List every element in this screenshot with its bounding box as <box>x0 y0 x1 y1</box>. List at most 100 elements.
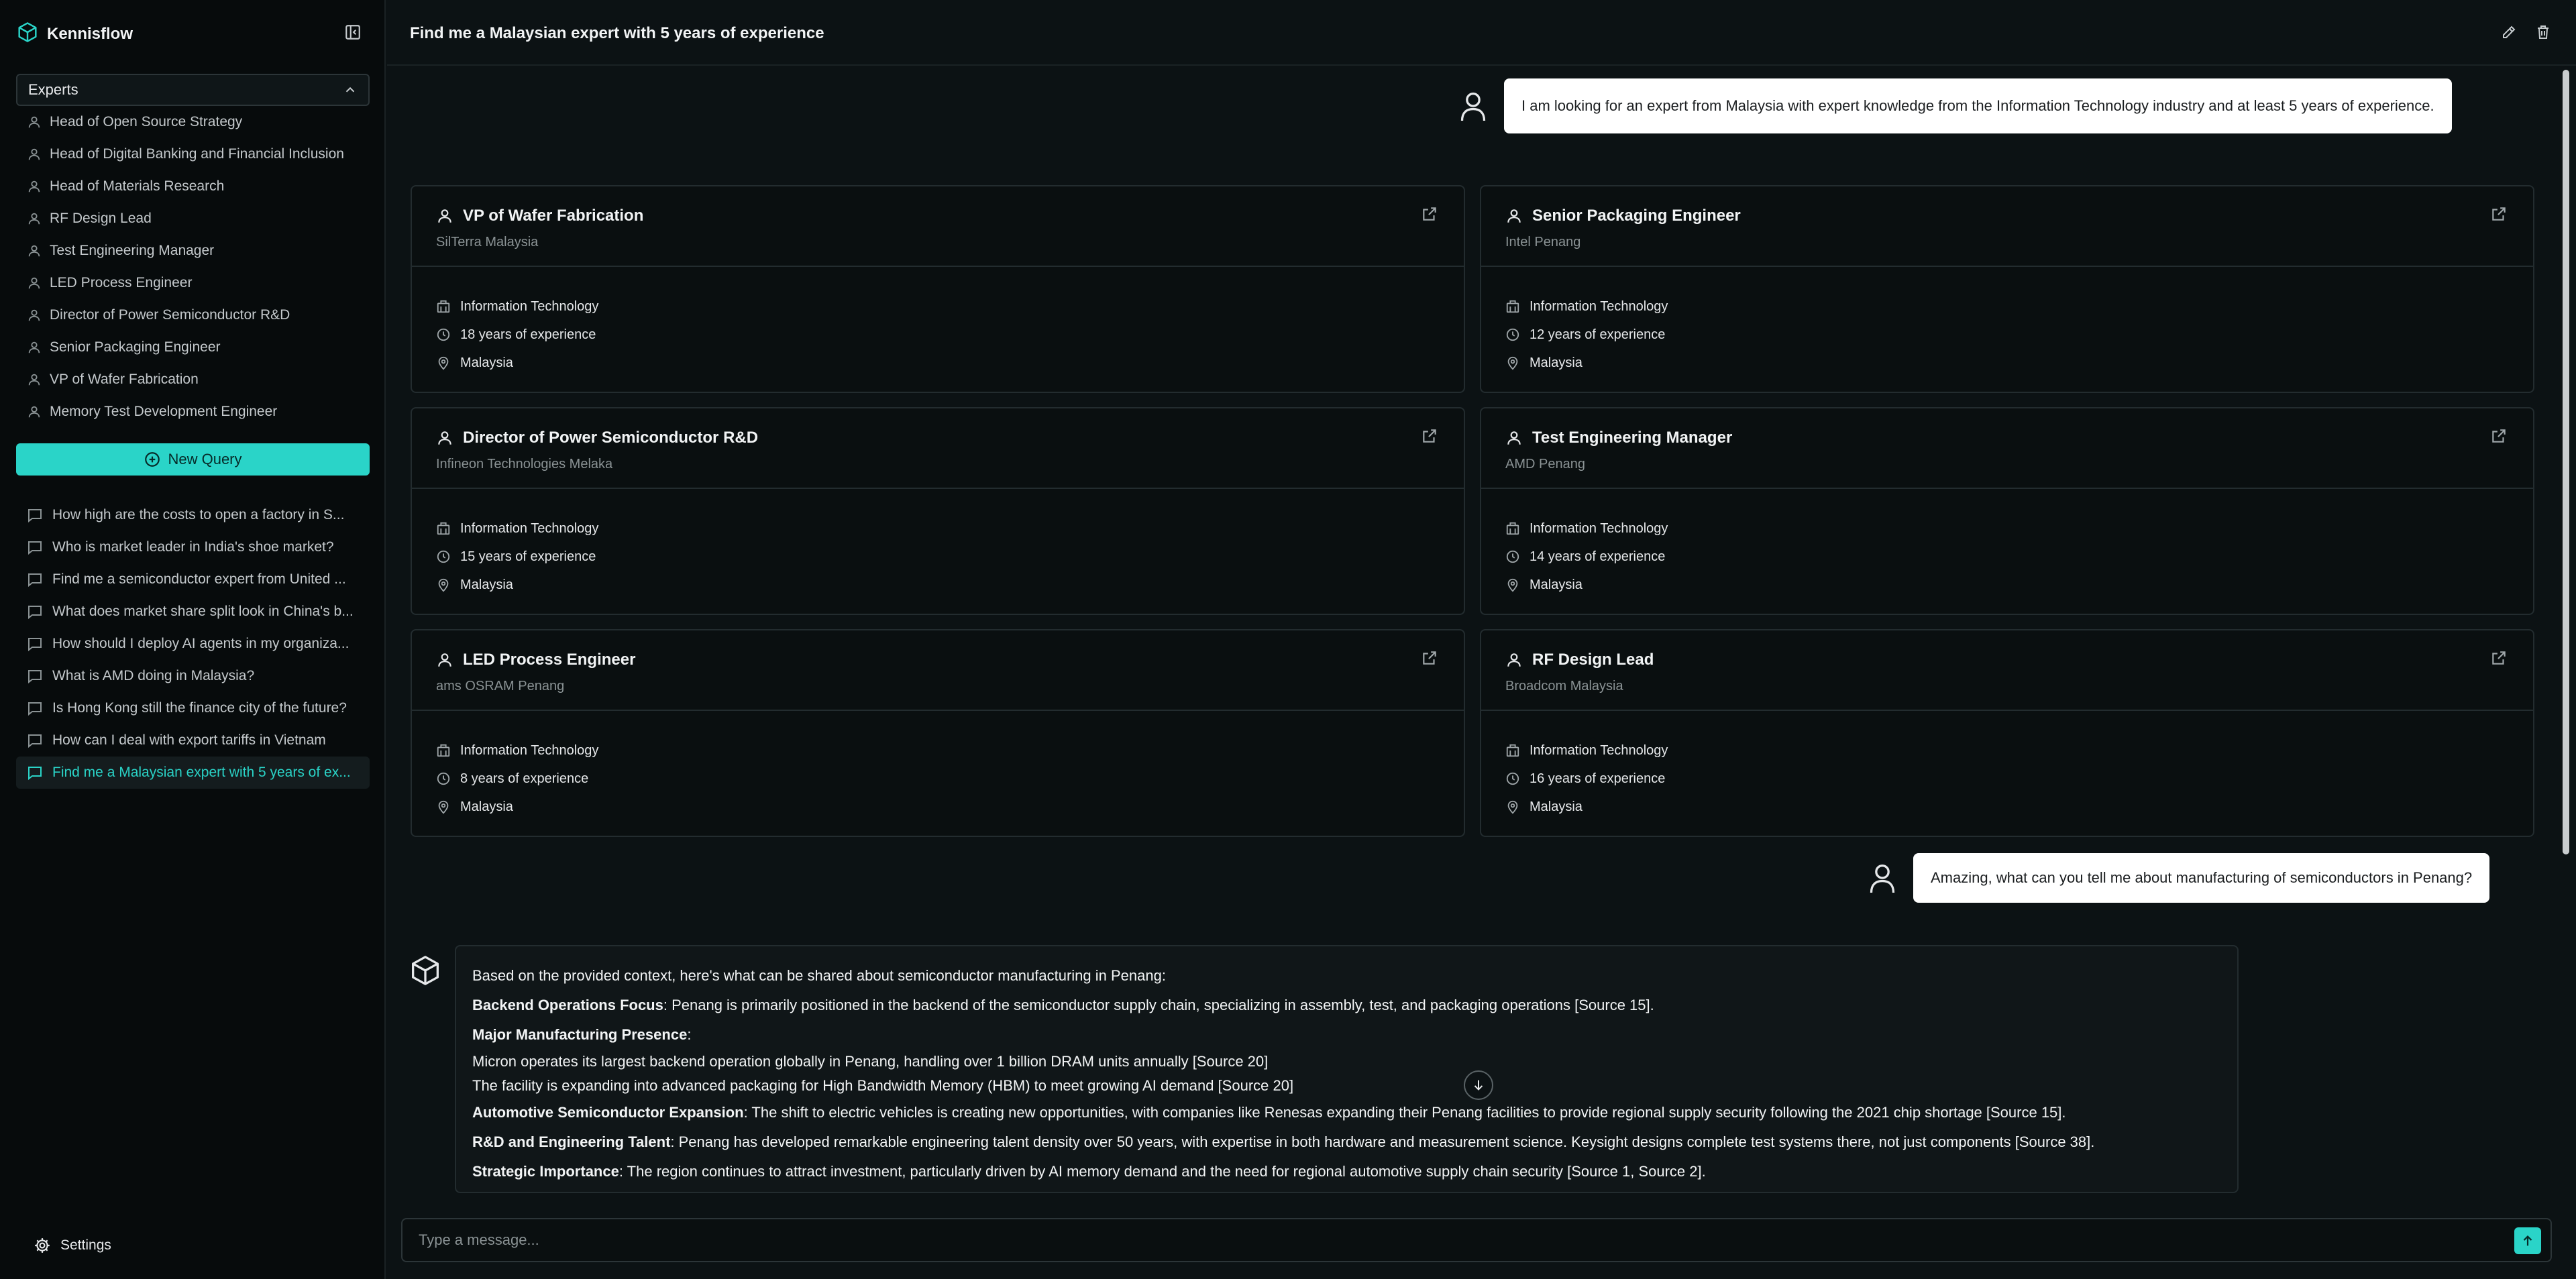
sidebar-expert-item[interactable]: Memory Test Development Engineer <box>27 396 369 428</box>
expert-card: Test Engineering Manager AMD Penang Info… <box>1480 407 2534 615</box>
open-expert-button[interactable] <box>1421 205 1440 224</box>
sidebar-expert-item[interactable]: RF Design Lead <box>27 203 369 235</box>
card-industry-row: Information Technology <box>436 736 598 765</box>
user-message-bubble: Amazing, what can you tell me about manu… <box>1913 853 2490 903</box>
map-pin-icon <box>438 356 449 370</box>
message-icon <box>28 638 42 651</box>
user-icon <box>28 245 40 257</box>
expert-label: Memory Test Development Engineer <box>50 404 278 419</box>
message-icon <box>28 573 42 587</box>
history-item[interactable]: Find me a semiconductor expert from Unit… <box>16 563 370 596</box>
sidebar-expert-item[interactable]: VP of Wafer Fabrication <box>27 364 369 396</box>
card-company: Broadcom Malaysia <box>1505 679 1623 693</box>
sidebar-expert-item[interactable]: Head of Digital Banking and Financial In… <box>27 138 369 170</box>
open-expert-button[interactable] <box>2490 649 2509 668</box>
card-location-row: Malaysia <box>436 571 598 599</box>
external-link-icon <box>1423 651 1436 665</box>
page-title: Find me a Malaysian expert with 5 years … <box>410 24 824 42</box>
experts-list: Head of Open Source Strategy Head of Dig… <box>27 106 369 428</box>
clock-icon <box>1506 328 1519 341</box>
card-experience-row: 16 years of experience <box>1505 765 1668 793</box>
card-title: Director of Power Semiconductor R&D <box>436 429 758 447</box>
experts-section-label: Experts <box>28 81 78 98</box>
open-expert-button[interactable] <box>1421 649 1440 668</box>
card-title-text: VP of Wafer Fabrication <box>463 207 644 225</box>
expert-label: VP of Wafer Fabrication <box>50 372 199 387</box>
user-avatar-icon <box>1460 93 1486 121</box>
user-icon <box>28 374 40 386</box>
experts-section-toggle[interactable]: Experts <box>16 74 370 106</box>
sidebar-expert-item[interactable]: Test Engineering Manager <box>27 235 369 267</box>
sidebar-expert-item[interactable]: Head of Open Source Strategy <box>27 106 369 138</box>
assistant-message: Based on the provided context, here's wh… <box>411 945 2239 1193</box>
settings-button[interactable]: Settings <box>34 1237 111 1254</box>
card-location-row: Malaysia <box>436 349 598 377</box>
arrow-up-icon <box>2523 1235 2532 1246</box>
history-item-active[interactable]: Find me a Malaysian expert with 5 years … <box>16 757 370 789</box>
sidebar-collapse-button[interactable] <box>343 22 363 42</box>
card-experience: 16 years of experience <box>1529 771 1666 786</box>
building-icon <box>1506 300 1519 313</box>
card-location: Malaysia <box>460 577 513 592</box>
history-item[interactable]: Is Hong Kong still the finance city of t… <box>16 692 370 724</box>
new-query-button[interactable]: New Query <box>16 443 370 476</box>
settings-label: Settings <box>60 1237 111 1253</box>
external-link-icon <box>1423 429 1436 443</box>
cube-icon <box>412 956 439 985</box>
map-pin-icon <box>438 578 449 592</box>
sidebar-expert-item[interactable]: Senior Packaging Engineer <box>27 331 369 364</box>
card-company: AMD Penang <box>1505 457 1585 471</box>
sidebar: Kennisflow Experts Head of Open Source S… <box>0 0 386 1279</box>
card-industry: Information Technology <box>460 298 599 314</box>
expert-label: Head of Digital Banking and Financial In… <box>50 146 344 162</box>
open-expert-button[interactable] <box>1421 427 1440 446</box>
open-expert-button[interactable] <box>2490 205 2509 224</box>
message-icon <box>28 734 42 748</box>
history-item[interactable]: What is AMD doing in Malaysia? <box>16 660 370 692</box>
sidebar-expert-item[interactable]: Director of Power Semiconductor R&D <box>27 299 369 331</box>
user-icon <box>1507 653 1521 667</box>
card-location-row: Malaysia <box>1505 793 1668 821</box>
card-location: Malaysia <box>1529 799 1582 814</box>
card-title: RF Design Lead <box>1505 651 1654 669</box>
history-item[interactable]: How should I deploy AI agents in my orga… <box>16 628 370 660</box>
expert-card: VP of Wafer Fabrication SilTerra Malaysi… <box>411 185 1465 393</box>
message-icon <box>28 670 42 683</box>
trash-icon <box>2538 25 2548 39</box>
card-title: LED Process Engineer <box>436 651 635 669</box>
card-industry: Information Technology <box>1529 742 1668 758</box>
send-button[interactable] <box>2514 1227 2541 1254</box>
sidebar-expert-item[interactable]: LED Process Engineer <box>27 267 369 299</box>
external-link-icon <box>2492 207 2506 221</box>
assistant-response: Based on the provided context, here's wh… <box>455 945 2239 1193</box>
card-industry: Information Technology <box>1529 298 1668 314</box>
clock-icon <box>437 328 450 341</box>
card-location: Malaysia <box>1529 577 1582 592</box>
card-industry: Information Technology <box>460 742 599 758</box>
scroll-to-bottom-button[interactable] <box>1464 1070 1493 1100</box>
card-industry-row: Information Technology <box>1505 736 1668 765</box>
edit-title-button[interactable] <box>2500 23 2518 42</box>
history-item[interactable]: What does market share split look in Chi… <box>16 596 370 628</box>
message-input[interactable] <box>419 1219 2485 1261</box>
sidebar-expert-item[interactable]: Head of Materials Research <box>27 170 369 203</box>
user-icon <box>28 341 40 353</box>
card-title: Senior Packaging Engineer <box>1505 207 1741 225</box>
delete-chat-button[interactable] <box>2534 23 2553 42</box>
external-link-icon <box>2492 429 2506 443</box>
history-item[interactable]: How high are the costs to open a factory… <box>16 499 370 531</box>
history-list: How high are the costs to open a factory… <box>16 499 370 789</box>
clock-icon <box>1506 550 1519 563</box>
card-details: Information Technology 18 years of exper… <box>436 292 598 377</box>
open-expert-button[interactable] <box>2490 427 2509 446</box>
card-title-text: RF Design Lead <box>1532 651 1654 669</box>
history-label: How should I deploy AI agents in my orga… <box>52 636 350 651</box>
answer-point: Strategic Importance: The region continu… <box>472 1163 1706 1180</box>
history-label: Who is market leader in India's shoe mar… <box>52 539 334 555</box>
history-item[interactable]: Who is market leader in India's shoe mar… <box>16 531 370 563</box>
user-icon <box>28 309 40 321</box>
answer-point: Major Manufacturing Presence: <box>472 1026 692 1043</box>
scrollbar-thumb[interactable] <box>2563 70 2569 854</box>
history-item[interactable]: How can I deal with export tariffs in Vi… <box>16 724 370 757</box>
brand[interactable]: Kennisflow <box>17 21 133 47</box>
